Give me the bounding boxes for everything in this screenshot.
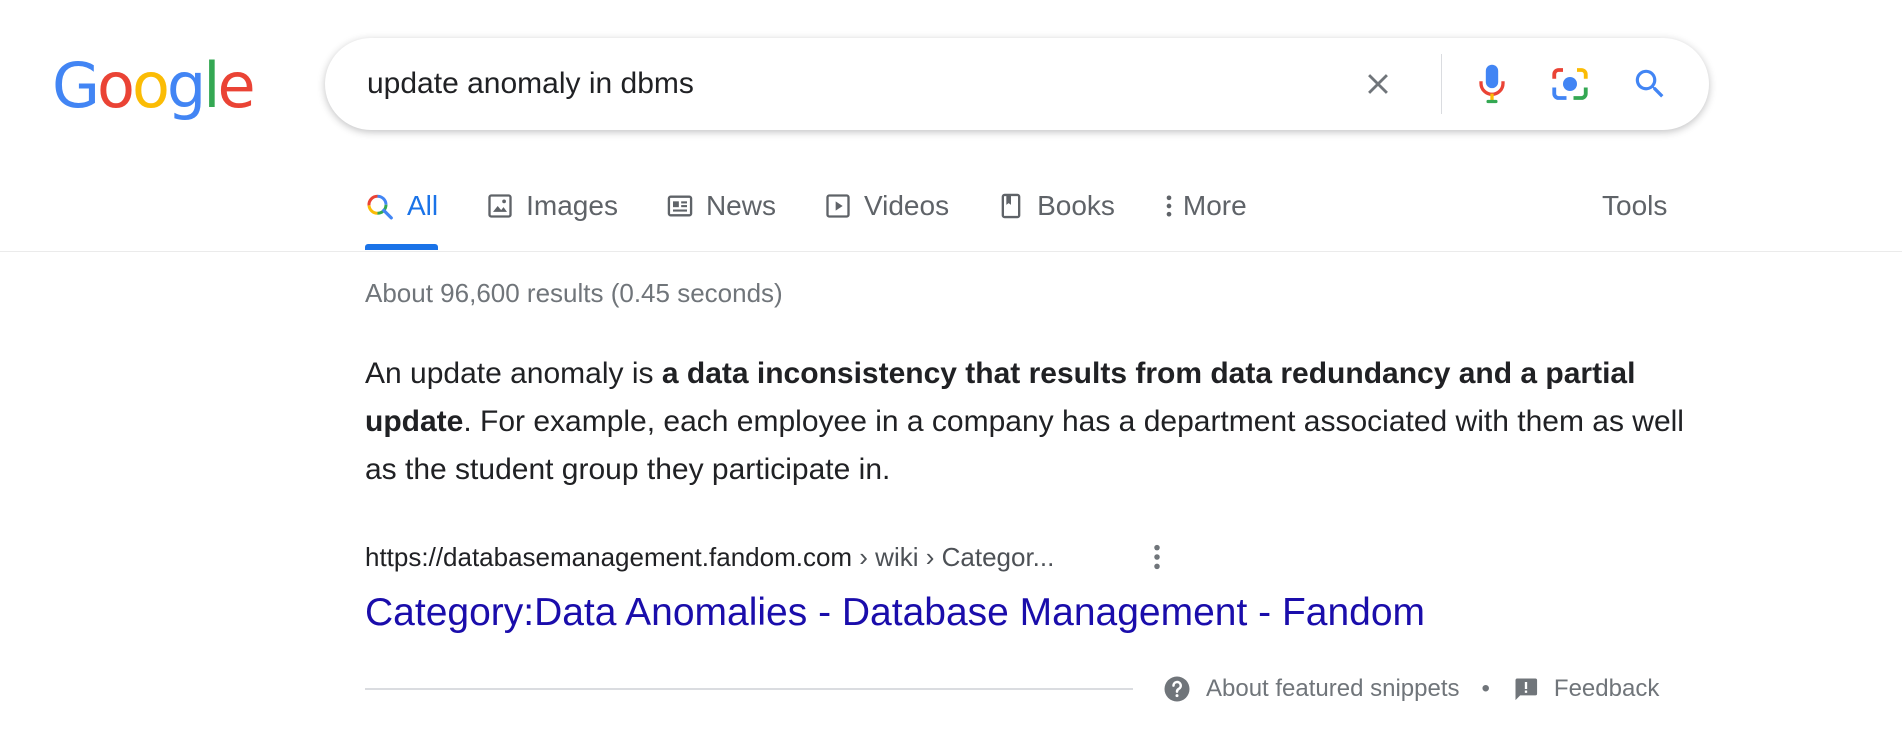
feedback-label: Feedback — [1553, 675, 1660, 702]
tab-all[interactable]: All — [365, 186, 439, 250]
camera-lens-icon[interactable] — [1547, 61, 1593, 107]
snippet-footer: About featured snippets • Feedback — [1162, 672, 1659, 706]
result-breadcrumb: › wiki › Categor... — [852, 542, 1055, 572]
search-icon[interactable] — [1627, 61, 1673, 107]
tab-label: More — [1182, 190, 1247, 221]
tab-videos[interactable]: Videos — [824, 186, 949, 226]
about-featured-snippets-link[interactable]: About featured snippets — [1162, 674, 1460, 704]
tab-label: News — [705, 190, 776, 221]
clear-icon[interactable] — [1355, 61, 1401, 107]
feedback-link[interactable]: Feedback — [1512, 675, 1659, 703]
tab-label: Videos — [863, 190, 950, 221]
more-vertical-icon — [1166, 195, 1172, 217]
featured-snippet-text: An update anomaly is a data inconsistenc… — [365, 350, 1685, 494]
search-box[interactable]: update anomaly in dbms — [325, 38, 1709, 130]
tab-label: Books — [1037, 190, 1115, 221]
search-icon — [367, 194, 393, 220]
logo-letter: g — [166, 49, 206, 122]
tab-more[interactable]: More — [1163, 186, 1247, 226]
news-icon — [667, 195, 693, 217]
google-logo[interactable]: Google — [52, 49, 256, 122]
tab-images[interactable]: Images — [486, 186, 618, 226]
snippet-divider — [365, 688, 1133, 690]
result-stats: About 96,600 results (0.45 seconds) — [365, 278, 783, 308]
video-play-icon — [826, 194, 850, 218]
help-icon — [1164, 676, 1190, 702]
tab-label: Images — [526, 190, 618, 221]
search-input[interactable]: update anomaly in dbms — [367, 64, 694, 104]
result-title-link[interactable]: Category:Data Anomalies - Database Manag… — [365, 588, 1425, 638]
logo-letter: o — [131, 49, 170, 122]
result-options-icon[interactable] — [1142, 540, 1172, 574]
tabs-divider — [0, 251, 1902, 252]
logo-letter: l — [203, 49, 220, 122]
book-icon — [1001, 193, 1021, 219]
logo-letter: G — [52, 49, 100, 122]
image-icon — [488, 194, 512, 218]
search-divider — [1441, 54, 1442, 114]
logo-letter: e — [217, 49, 256, 122]
footer-separator: • — [1481, 675, 1490, 702]
tab-label: All — [407, 190, 439, 221]
search-tabs: All Images News Videos Books More — [365, 186, 1295, 252]
feedback-icon — [1515, 678, 1538, 701]
snippet-text-start: An update anomaly is — [365, 357, 662, 390]
result-domain: https://databasemanagement.fandom.com — [365, 542, 853, 572]
tab-books[interactable]: Books — [997, 186, 1115, 226]
snippet-text-end: . For example, each employee in a compan… — [365, 405, 1684, 486]
about-label: About featured snippets — [1206, 675, 1460, 702]
microphone-icon[interactable] — [1469, 61, 1515, 107]
logo-letter: o — [97, 49, 135, 122]
tools-button[interactable]: Tools — [1602, 186, 1667, 226]
tab-news[interactable]: News — [666, 186, 776, 226]
result-url[interactable]: https://databasemanagement.fandom.com › … — [365, 540, 1054, 574]
